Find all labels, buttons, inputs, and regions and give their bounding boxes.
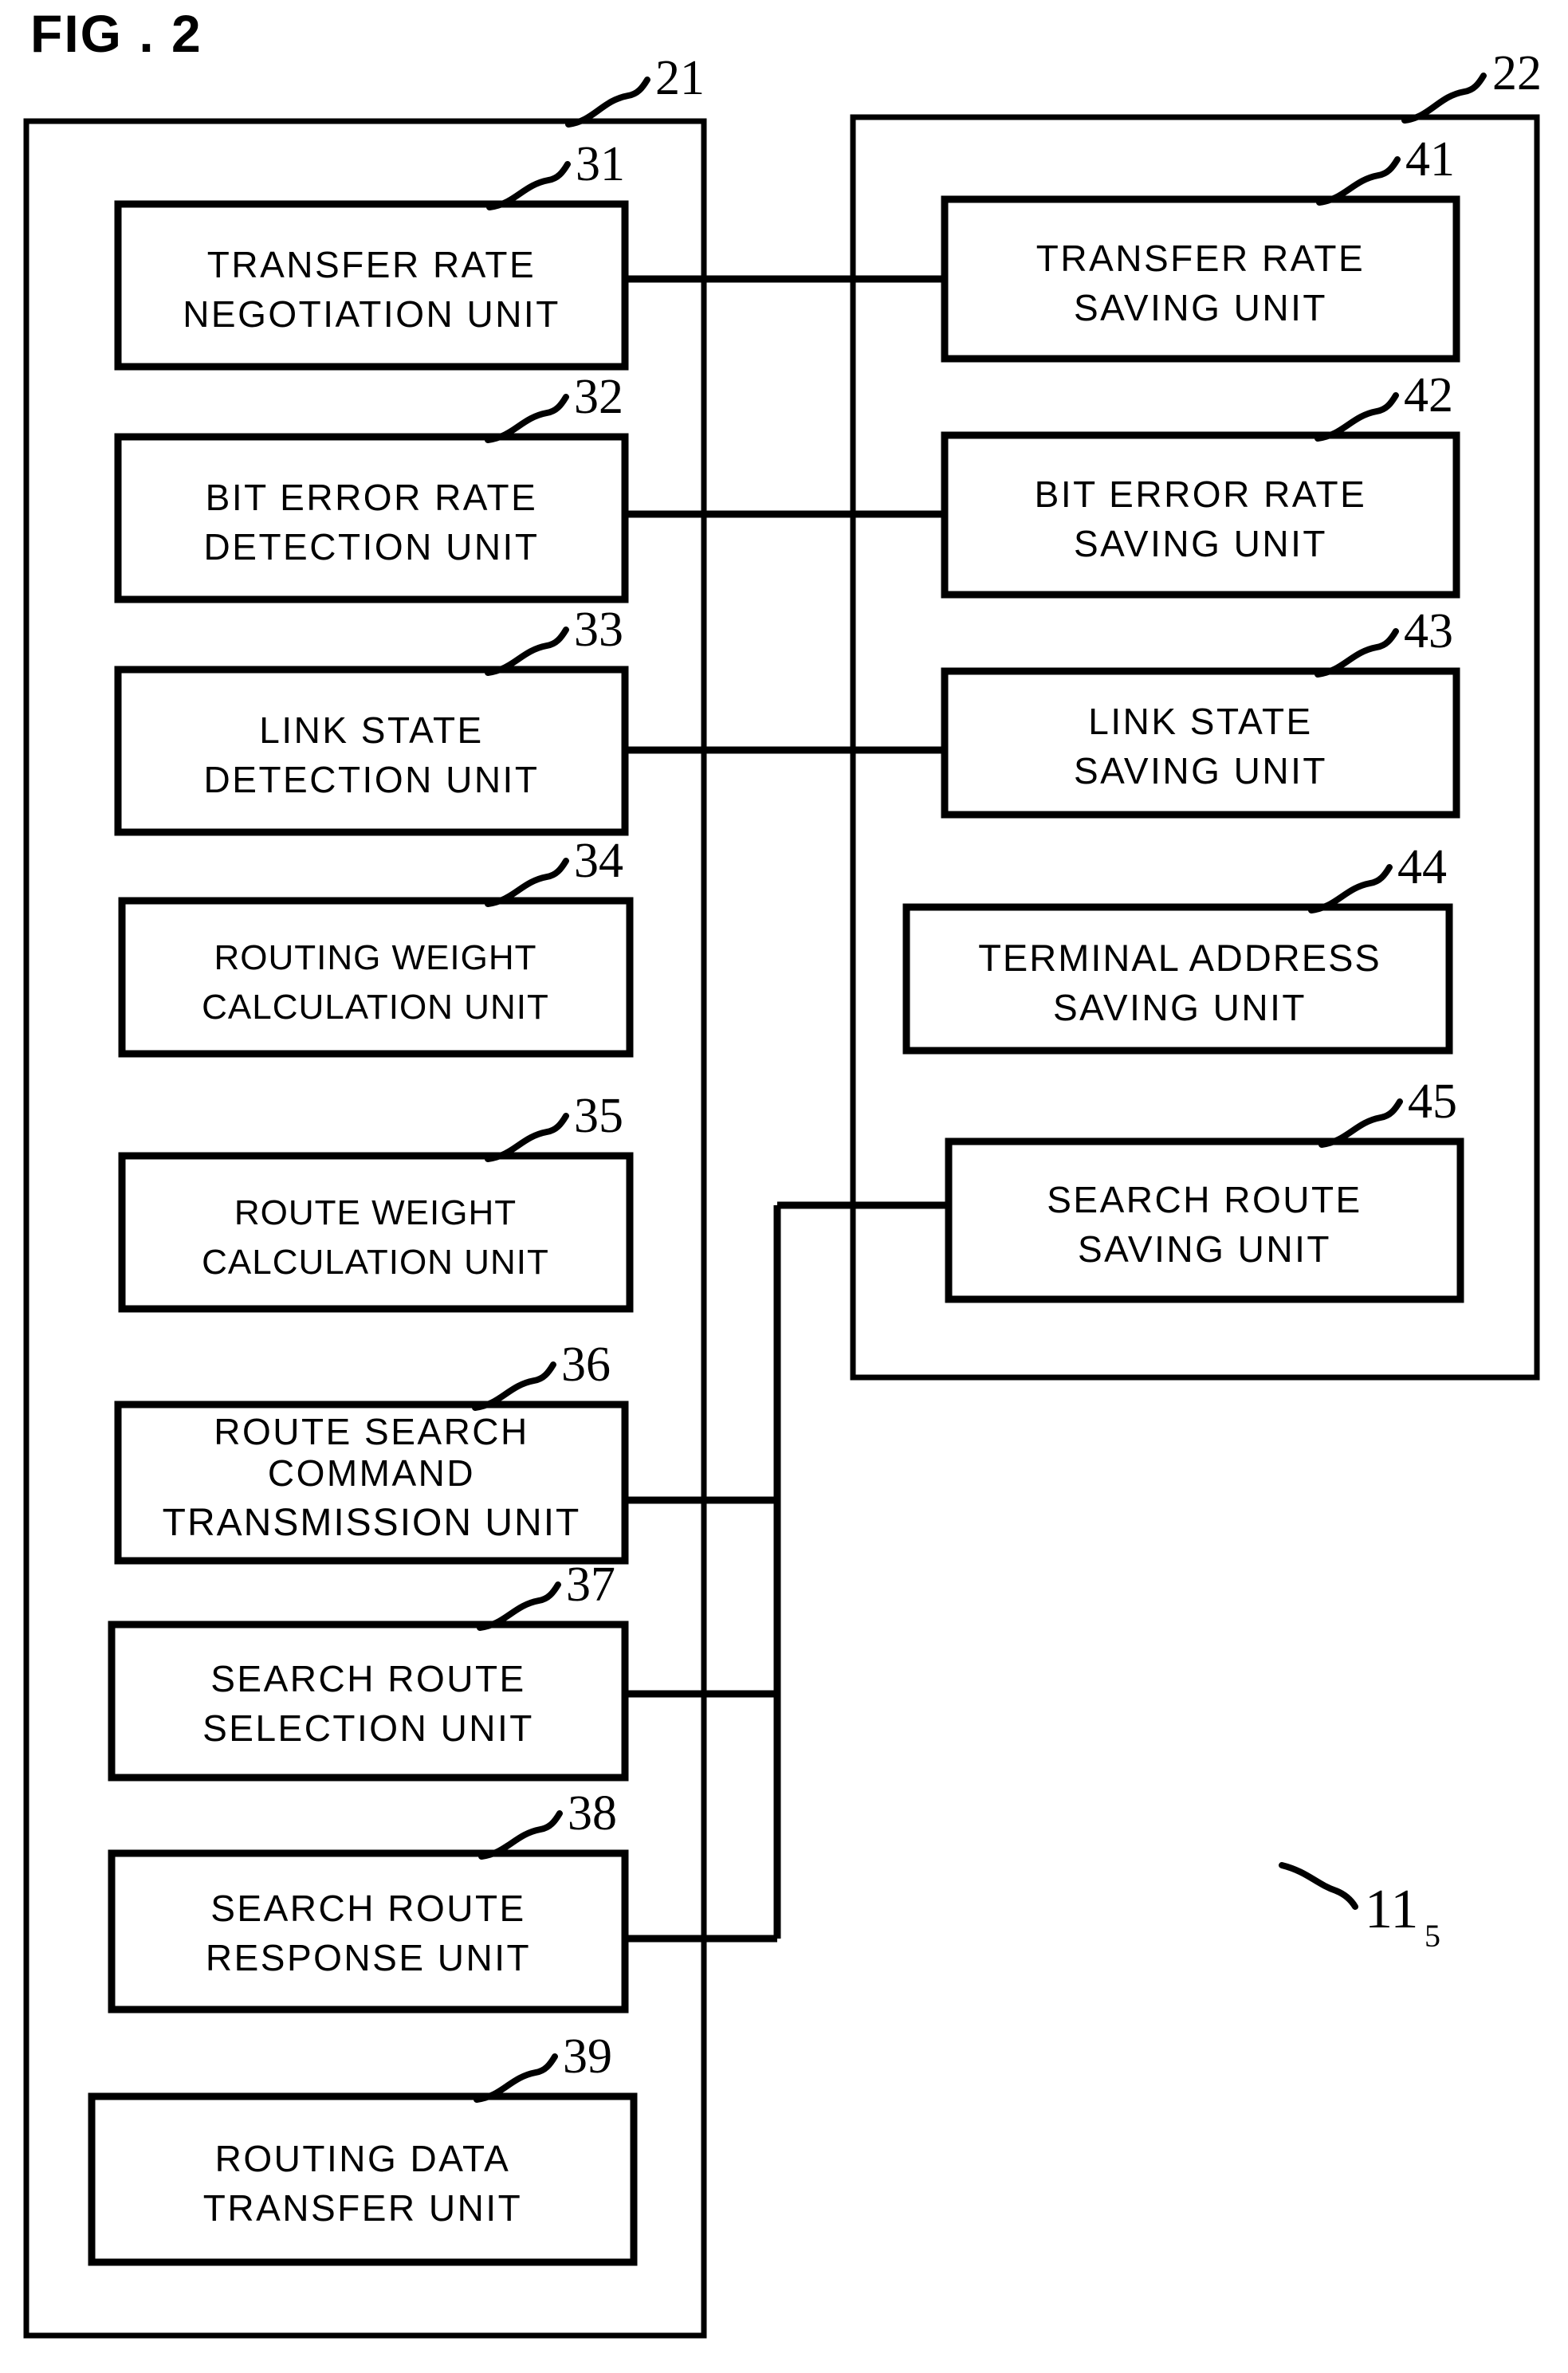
- block-32-line-0: BIT ERROR RATE: [206, 477, 538, 518]
- block-38-line-0: SEARCH ROUTE: [210, 1888, 525, 1929]
- block-33-line-1: DETECTION UNIT: [204, 759, 540, 800]
- block-44[interactable]: [902, 903, 1453, 1055]
- ref-label-41: 41: [1405, 132, 1455, 187]
- block-34-line-1: CALCULATION UNIT: [202, 988, 549, 1027]
- patent-figure-diagram: TRANSFER RATE NEGOTIATION UNIT BIT ERROR…: [23, 46, 1542, 2339]
- block-39-line-0: ROUTING DATA: [215, 2138, 511, 2179]
- block-33[interactable]: [114, 666, 629, 836]
- block-34[interactable]: [118, 897, 634, 1058]
- block-31[interactable]: [114, 200, 629, 371]
- leader-21: [565, 77, 650, 128]
- block-43[interactable]: [941, 667, 1460, 819]
- block-41-line-0: TRANSFER RATE: [1036, 238, 1365, 279]
- block-44-line-0: TERMINAL ADDRESS: [978, 937, 1381, 979]
- ref-label-31: 31: [576, 137, 625, 191]
- ref-label-37: 37: [566, 1558, 615, 1612]
- right-column-blocks: TRANSFER RATE SAVING UNIT BIT ERROR RATE…: [902, 195, 1464, 1303]
- block-34-line-0: ROUTING WEIGHT: [214, 938, 536, 977]
- block-45-line-1: SAVING UNIT: [1078, 1228, 1331, 1270]
- ref-label-39: 39: [563, 2029, 612, 2084]
- block-32-line-1: DETECTION UNIT: [204, 526, 540, 568]
- ref-label-42: 42: [1404, 368, 1453, 422]
- reference-leaders: [472, 73, 1487, 2103]
- block-37-line-0: SEARCH ROUTE: [210, 1658, 525, 1699]
- ref-label-34: 34: [574, 834, 623, 888]
- ref-label-35: 35: [574, 1089, 623, 1143]
- block-37-line-1: SELECTION UNIT: [202, 1707, 534, 1749]
- figure-title: FIG . 2: [30, 4, 202, 63]
- left-column-blocks: TRANSFER RATE NEGOTIATION UNIT BIT ERROR…: [88, 200, 638, 2266]
- block-44-line-1: SAVING UNIT: [1053, 987, 1307, 1028]
- ref-label-32: 32: [574, 370, 623, 424]
- block-38[interactable]: [108, 1849, 629, 2014]
- ref-label-device-11: 11: [1365, 1879, 1418, 1940]
- block-36-line-1: COMMAND: [268, 1452, 475, 1494]
- ref-label-44: 44: [1397, 840, 1447, 894]
- connection-lines: [625, 275, 949, 1943]
- block-43-line-0: LINK STATE: [1088, 701, 1312, 742]
- block-33-line-0: LINK STATE: [259, 709, 483, 751]
- block-37[interactable]: [108, 1621, 629, 1782]
- ref-label-36: 36: [561, 1338, 611, 1392]
- block-32[interactable]: [114, 433, 629, 603]
- block-31-line-1: NEGOTIATION UNIT: [183, 293, 560, 335]
- ref-label-22: 22: [1492, 46, 1542, 100]
- ref-label-45: 45: [1408, 1075, 1457, 1129]
- block-35-line-1: CALCULATION UNIT: [202, 1243, 549, 1282]
- block-31-line-0: TRANSFER RATE: [207, 244, 536, 285]
- block-42[interactable]: [941, 431, 1460, 599]
- block-41[interactable]: [941, 195, 1460, 363]
- block-35-line-0: ROUTE WEIGHT: [234, 1193, 517, 1232]
- block-39-line-1: TRANSFER UNIT: [203, 2187, 523, 2229]
- block-43-line-1: SAVING UNIT: [1074, 750, 1327, 792]
- ref-label-38: 38: [568, 1786, 617, 1841]
- block-36-line-0: ROUTE SEARCH: [214, 1411, 529, 1452]
- block-45-line-0: SEARCH ROUTE: [1047, 1179, 1362, 1220]
- ref-label-21: 21: [655, 51, 705, 105]
- ref-label-43: 43: [1404, 604, 1453, 658]
- block-45[interactable]: [945, 1137, 1464, 1303]
- block-41-line-1: SAVING UNIT: [1074, 287, 1327, 328]
- ref-label-33: 33: [574, 603, 623, 657]
- block-38-line-1: RESPONSE UNIT: [206, 1937, 531, 1978]
- block-36-line-2: TRANSMISSION UNIT: [163, 1502, 581, 1544]
- block-35[interactable]: [118, 1152, 634, 1313]
- block-42-line-0: BIT ERROR RATE: [1035, 473, 1367, 515]
- leader-22: [1401, 73, 1487, 124]
- block-39[interactable]: [88, 2092, 638, 2266]
- leader-device-11: [1279, 1862, 1358, 1910]
- block-42-line-1: SAVING UNIT: [1074, 523, 1327, 564]
- ref-label-device-11-subscript: 5: [1425, 1918, 1440, 1954]
